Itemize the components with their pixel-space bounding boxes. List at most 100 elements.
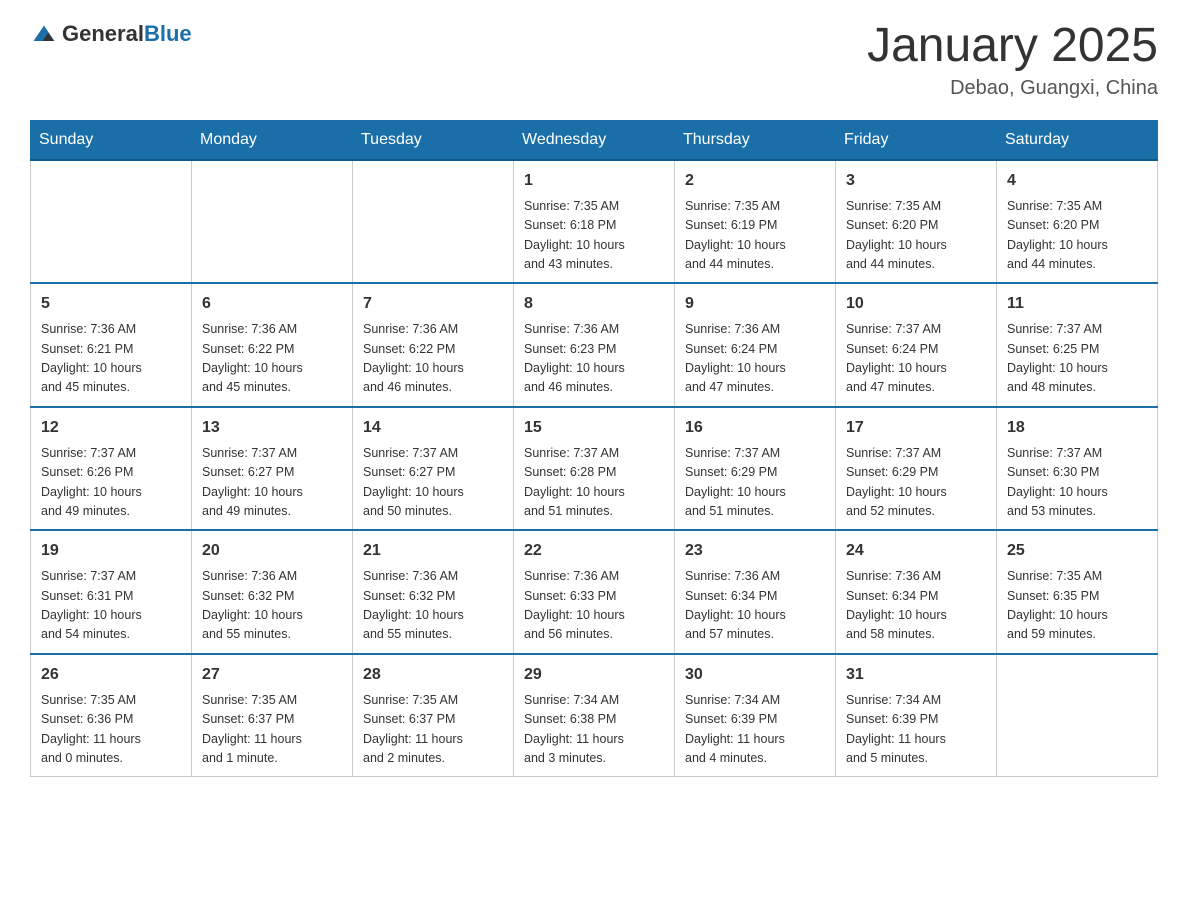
- day-number: 13: [202, 416, 342, 440]
- day-info: Sunrise: 7:35 AM Sunset: 6:35 PM Dayligh…: [1007, 567, 1147, 645]
- day-number: 17: [846, 416, 986, 440]
- calendar-cell: 24Sunrise: 7:36 AM Sunset: 6:34 PM Dayli…: [836, 530, 997, 654]
- calendar-cell: 6Sunrise: 7:36 AM Sunset: 6:22 PM Daylig…: [192, 283, 353, 407]
- calendar-header-thursday: Thursday: [675, 120, 836, 160]
- day-number: 31: [846, 663, 986, 687]
- calendar-cell: 16 Sunrise: 7:37 AM Sunset: 6:29 PM Dayli…: [675, 407, 836, 531]
- day-info: Sunrise: 7:34 AM Sunset: 6:39 PM Dayligh…: [685, 691, 825, 769]
- day-number: 20: [202, 539, 342, 563]
- calendar-header-tuesday: Tuesday: [353, 120, 514, 160]
- day-info: Sunrise: 7:36 AM Sunset: 6:33 PM Dayligh…: [524, 567, 664, 645]
- calendar-cell: 10 Sunrise: 7:37 AM Sunset: 6:24 PM Dayli…: [836, 283, 997, 407]
- day-number: 16: [685, 416, 825, 440]
- calendar-header-friday: Friday: [836, 120, 997, 160]
- day-number: 3: [846, 169, 986, 193]
- calendar-cell: 2 Sunrise: 7:35 AM Sunset: 6:19 PM Daylig…: [675, 160, 836, 284]
- day-number: 7: [363, 292, 503, 316]
- logo: GeneralBlue: [30, 20, 192, 48]
- calendar-header-sunday: Sunday: [31, 120, 192, 160]
- day-info: Sunrise: 7:36 AM Sunset: 6:34 PM Dayligh…: [685, 567, 825, 645]
- day-number: 22: [524, 539, 664, 563]
- day-info: Sunrise: 7:35 AM Sunset: 6:18 PM Dayligh…: [524, 197, 664, 275]
- calendar-cell: 5 Sunrise: 7:36 AM Sunset: 6:21 PM Daylig…: [31, 283, 192, 407]
- day-info: Sunrise: 7:37 AM Sunset: 6:29 PM Dayligh…: [846, 444, 986, 522]
- calendar-cell: 7 Sunrise: 7:36 AM Sunset: 6:22 PM Daylig…: [353, 283, 514, 407]
- day-info: Sunrise: 7:35 AM Sunset: 6:37 PM Dayligh…: [202, 691, 342, 769]
- day-number: 26: [41, 663, 181, 687]
- day-number: 21: [363, 539, 503, 563]
- calendar-cell: 12Sunrise: 7:37 AM Sunset: 6:26 PM Dayli…: [31, 407, 192, 531]
- calendar-cell: 9Sunrise: 7:36 AM Sunset: 6:24 PM Daylig…: [675, 283, 836, 407]
- calendar-cell: 17 Sunrise: 7:37 AM Sunset: 6:29 PM Dayli…: [836, 407, 997, 531]
- calendar-cell: 15Sunrise: 7:37 AM Sunset: 6:28 PM Dayli…: [514, 407, 675, 531]
- day-number: 1: [524, 169, 664, 193]
- calendar-cell: 20 Sunrise: 7:36 AM Sunset: 6:32 PM Dayli…: [192, 530, 353, 654]
- day-info: Sunrise: 7:36 AM Sunset: 6:32 PM Dayligh…: [363, 567, 503, 645]
- day-number: 12: [41, 416, 181, 440]
- day-number: 11: [1007, 292, 1147, 316]
- calendar-cell: 29 Sunrise: 7:34 AM Sunset: 6:38 PM Dayli…: [514, 654, 675, 777]
- day-info: Sunrise: 7:37 AM Sunset: 6:30 PM Dayligh…: [1007, 444, 1147, 522]
- day-number: 8: [524, 292, 664, 316]
- calendar-week-4: 19 Sunrise: 7:37 AM Sunset: 6:31 PM Dayli…: [31, 530, 1158, 654]
- logo-text-general: General: [62, 21, 144, 46]
- day-info: Sunrise: 7:37 AM Sunset: 6:27 PM Dayligh…: [363, 444, 503, 522]
- calendar-week-2: 5 Sunrise: 7:36 AM Sunset: 6:21 PM Daylig…: [31, 283, 1158, 407]
- day-number: 19: [41, 539, 181, 563]
- day-number: 18: [1007, 416, 1147, 440]
- logo-text-blue: Blue: [144, 21, 192, 46]
- calendar-cell: [353, 160, 514, 284]
- day-number: 2: [685, 169, 825, 193]
- day-number: 23: [685, 539, 825, 563]
- day-info: Sunrise: 7:36 AM Sunset: 6:32 PM Dayligh…: [202, 567, 342, 645]
- day-number: 15: [524, 416, 664, 440]
- calendar-header-saturday: Saturday: [997, 120, 1158, 160]
- day-info: Sunrise: 7:36 AM Sunset: 6:34 PM Dayligh…: [846, 567, 986, 645]
- calendar-cell: 14 Sunrise: 7:37 AM Sunset: 6:27 PM Dayli…: [353, 407, 514, 531]
- day-number: 30: [685, 663, 825, 687]
- month-title: January 2025: [867, 20, 1158, 73]
- calendar-cell: 25Sunrise: 7:35 AM Sunset: 6:35 PM Dayli…: [997, 530, 1158, 654]
- title-block: January 2025 Debao, Guangxi, China: [867, 20, 1158, 100]
- day-info: Sunrise: 7:37 AM Sunset: 6:31 PM Dayligh…: [41, 567, 181, 645]
- day-info: Sunrise: 7:35 AM Sunset: 6:20 PM Dayligh…: [1007, 197, 1147, 275]
- calendar-header-row: SundayMondayTuesdayWednesdayThursdayFrid…: [31, 120, 1158, 160]
- calendar-cell: 3 Sunrise: 7:35 AM Sunset: 6:20 PM Daylig…: [836, 160, 997, 284]
- day-info: Sunrise: 7:37 AM Sunset: 6:27 PM Dayligh…: [202, 444, 342, 522]
- day-number: 5: [41, 292, 181, 316]
- day-info: Sunrise: 7:36 AM Sunset: 6:22 PM Dayligh…: [363, 320, 503, 398]
- day-info: Sunrise: 7:35 AM Sunset: 6:19 PM Dayligh…: [685, 197, 825, 275]
- calendar-header-monday: Monday: [192, 120, 353, 160]
- calendar-week-1: 1 Sunrise: 7:35 AM Sunset: 6:18 PM Daylig…: [31, 160, 1158, 284]
- calendar-cell: 4Sunrise: 7:35 AM Sunset: 6:20 PM Daylig…: [997, 160, 1158, 284]
- calendar-week-5: 26 Sunrise: 7:35 AM Sunset: 6:36 PM Dayli…: [31, 654, 1158, 777]
- day-info: Sunrise: 7:34 AM Sunset: 6:38 PM Dayligh…: [524, 691, 664, 769]
- calendar-cell: 31Sunrise: 7:34 AM Sunset: 6:39 PM Dayli…: [836, 654, 997, 777]
- day-info: Sunrise: 7:36 AM Sunset: 6:22 PM Dayligh…: [202, 320, 342, 398]
- calendar-table: SundayMondayTuesdayWednesdayThursdayFrid…: [30, 120, 1158, 778]
- calendar-cell: 28Sunrise: 7:35 AM Sunset: 6:37 PM Dayli…: [353, 654, 514, 777]
- calendar-cell: [31, 160, 192, 284]
- calendar-cell: [192, 160, 353, 284]
- calendar-cell: 18 Sunrise: 7:37 AM Sunset: 6:30 PM Dayli…: [997, 407, 1158, 531]
- day-number: 10: [846, 292, 986, 316]
- calendar-cell: 8 Sunrise: 7:36 AM Sunset: 6:23 PM Daylig…: [514, 283, 675, 407]
- day-number: 29: [524, 663, 664, 687]
- calendar-week-3: 12Sunrise: 7:37 AM Sunset: 6:26 PM Dayli…: [31, 407, 1158, 531]
- day-info: Sunrise: 7:37 AM Sunset: 6:24 PM Dayligh…: [846, 320, 986, 398]
- calendar-cell: 19 Sunrise: 7:37 AM Sunset: 6:31 PM Dayli…: [31, 530, 192, 654]
- logo-icon: [30, 20, 58, 48]
- day-info: Sunrise: 7:36 AM Sunset: 6:23 PM Dayligh…: [524, 320, 664, 398]
- day-info: Sunrise: 7:36 AM Sunset: 6:21 PM Dayligh…: [41, 320, 181, 398]
- calendar-cell: 27Sunrise: 7:35 AM Sunset: 6:37 PM Dayli…: [192, 654, 353, 777]
- day-info: Sunrise: 7:35 AM Sunset: 6:37 PM Dayligh…: [363, 691, 503, 769]
- calendar-cell: 11Sunrise: 7:37 AM Sunset: 6:25 PM Dayli…: [997, 283, 1158, 407]
- day-number: 14: [363, 416, 503, 440]
- day-info: Sunrise: 7:35 AM Sunset: 6:36 PM Dayligh…: [41, 691, 181, 769]
- calendar-header-wednesday: Wednesday: [514, 120, 675, 160]
- calendar-cell: 26 Sunrise: 7:35 AM Sunset: 6:36 PM Dayli…: [31, 654, 192, 777]
- calendar-cell: 13 Sunrise: 7:37 AM Sunset: 6:27 PM Dayli…: [192, 407, 353, 531]
- day-info: Sunrise: 7:36 AM Sunset: 6:24 PM Dayligh…: [685, 320, 825, 398]
- day-info: Sunrise: 7:35 AM Sunset: 6:20 PM Dayligh…: [846, 197, 986, 275]
- day-info: Sunrise: 7:37 AM Sunset: 6:29 PM Dayligh…: [685, 444, 825, 522]
